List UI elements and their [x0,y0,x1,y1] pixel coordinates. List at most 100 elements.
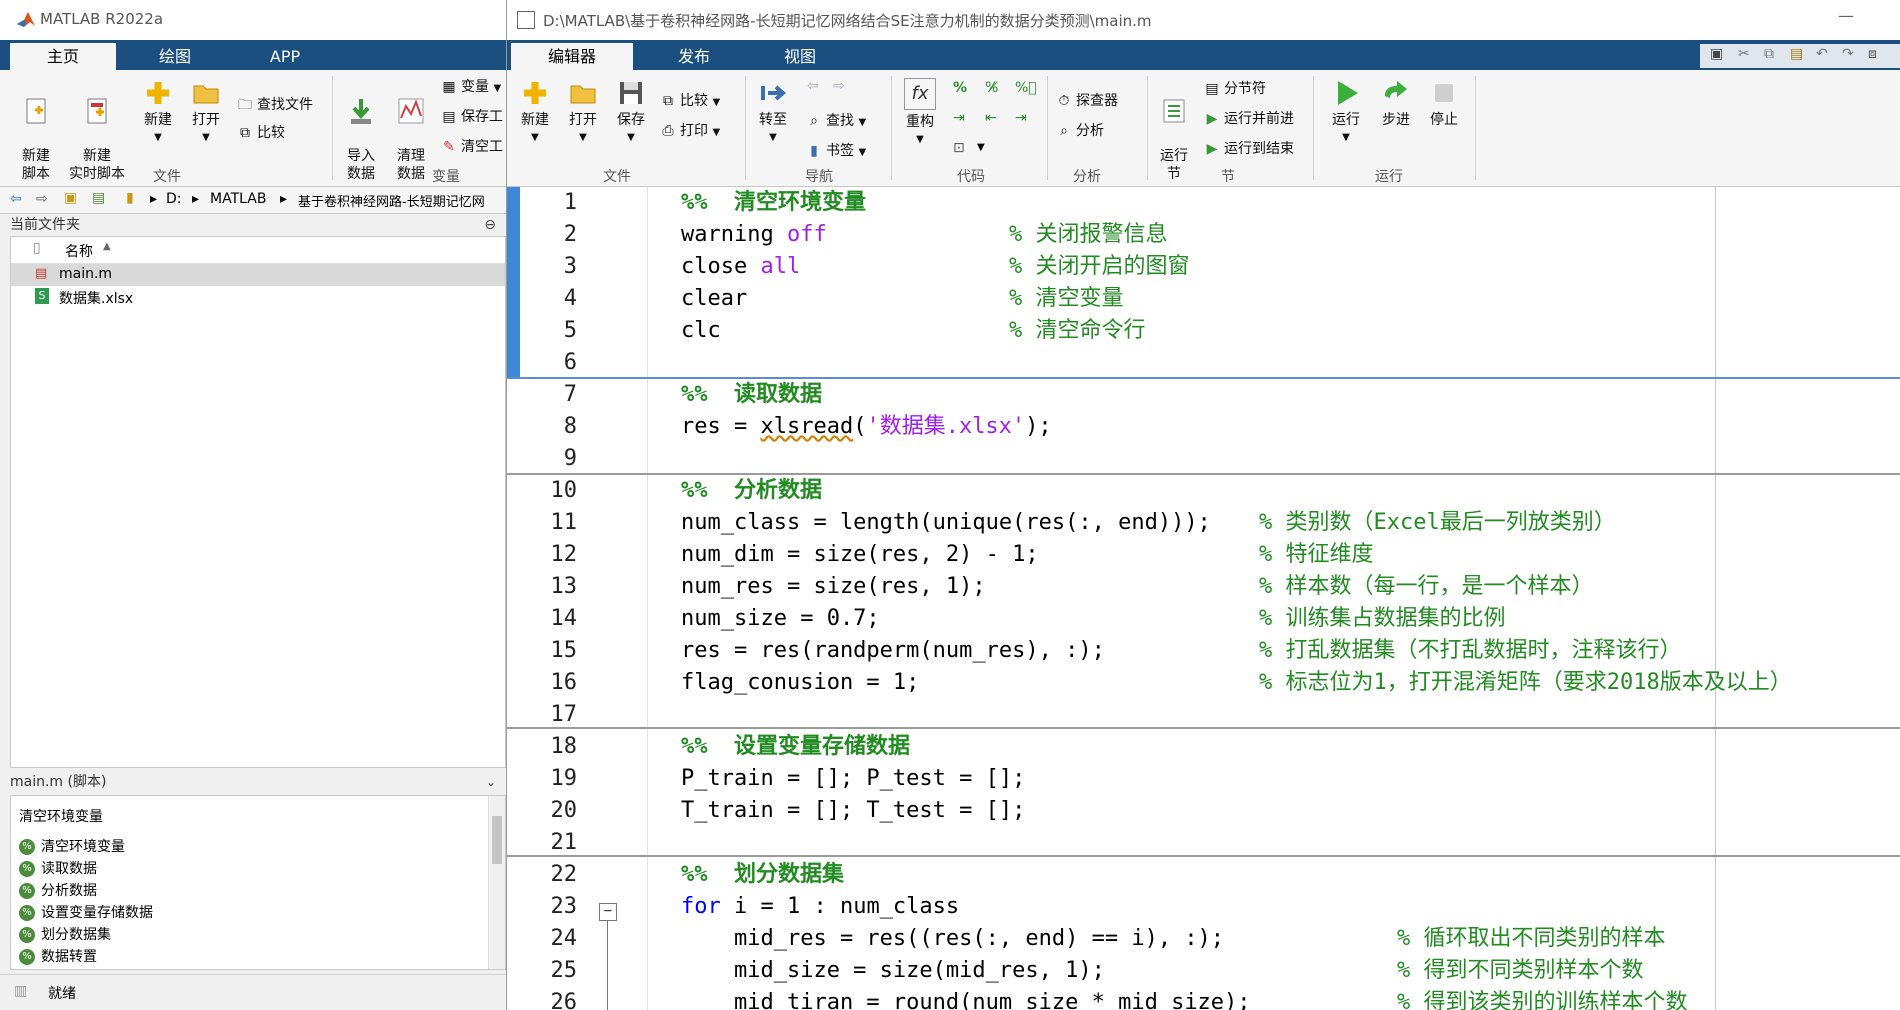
tab-apps[interactable]: APP [240,43,330,70]
run-to-end-button[interactable]: ▶ 运行到结束 [1203,140,1294,158]
editor-save-button[interactable]: 保存 ▼ [609,78,653,147]
up-folder-icon[interactable]: ▣ [64,190,77,206]
nav-forward-icon[interactable]: ⇨ [833,78,845,94]
forward-arrow-icon[interactable]: ⇨ [36,191,48,207]
code-line[interactable]: %% 分析数据 [681,475,822,507]
clear-workspace-button[interactable]: ✎ 清空工 [440,138,503,156]
new-script-button[interactable]: 新建 脚本 [10,78,62,183]
code-line[interactable]: num_dim = size(res, 2) - 1; [681,539,1039,571]
details-scrollbar[interactable] [488,796,505,969]
code-dropdown-icon[interactable]: ▼ [977,142,985,153]
tab-editor[interactable]: 编辑器 [511,43,633,70]
save-workspace-button[interactable]: ▤ 保存工 [440,108,503,126]
path-matlab[interactable]: MATLAB [210,191,266,207]
variable-button[interactable]: ▦ 变量 ▼ [440,78,501,98]
code-editor[interactable]: − 1 2 3 4 5 6 7 8 9 10 11 12 13 14 15 16… [507,187,1900,1010]
code-line[interactable]: mid_tiran = round(num_size * mid_size); [681,987,1251,1010]
redo-icon[interactable]: ↷ [1842,46,1854,62]
run-section-button[interactable]: 运行 节 [1151,78,1197,183]
wrap-comments-icon[interactable]: %⃞ [1015,80,1037,96]
code-line[interactable]: num_size = 0.7; [681,603,880,635]
find-files-button[interactable]: 🗀 查找文件 [236,96,313,114]
step-button[interactable]: 步进 [1373,78,1419,129]
code-line[interactable]: flag_conusion = 1; [681,667,919,699]
editor-open-button[interactable]: 打开 ▼ [561,78,605,147]
code-line[interactable]: T_train = []; T_test = []; [681,795,1025,827]
decrease-indent-icon[interactable]: ⇤ [985,110,997,126]
scrollbar-thumb[interactable] [492,816,502,864]
chevron-down-icon[interactable]: ⌄ [486,771,496,793]
comment-icon[interactable]: % [953,80,967,96]
run-and-advance-button[interactable]: ▶ 运行并前进 [1203,110,1294,128]
path-drive[interactable]: D: [166,191,182,207]
fold-collapse-icon[interactable]: − [599,903,617,921]
code-line[interactable]: num_res = size(res, 1); [681,571,986,603]
code-line[interactable]: close all [681,251,800,283]
name-column-header[interactable]: 名称 [65,241,93,261]
outline-item[interactable]: % 读取数据 [19,858,97,878]
section-break-button[interactable]: ▤ 分节符 [1203,80,1266,98]
bookmark-button[interactable]: ▮ 书签 ▼ [805,142,866,162]
code-line[interactable]: mid_res = res((res(:, end) == i), :); [681,923,1224,955]
code-line[interactable]: mid_size = size(mid_res, 1); [681,955,1105,987]
outline-item[interactable]: % 划分数据集 [19,924,111,944]
code-line[interactable]: %% 读取数据 [681,379,822,411]
path-project-folder[interactable]: 基于卷积神经网路-长短期记忆网 [298,191,485,210]
code-line[interactable]: P_train = []; P_test = []; [681,763,1025,795]
code-line[interactable]: clc [681,315,721,347]
copy-icon[interactable]: ⧉ [1764,46,1774,62]
compare-button[interactable]: ⧉ 比较 [236,124,285,142]
bookmark-icon: ▮ [810,143,818,159]
tab-view[interactable]: 视图 [753,43,847,70]
outline-item[interactable]: % 清空环境变量 [19,836,125,856]
run-button[interactable]: 运行 ▼ [1323,78,1369,147]
code-line[interactable]: warning off [681,219,827,251]
minimize-icon[interactable]: — [1838,6,1854,25]
refactor-button[interactable]: fx 重构 ▼ [897,78,943,149]
print-button[interactable]: ⎙ 打印 ▼ [659,122,720,142]
new-live-script-button[interactable]: 新建 实时脚本 [64,78,130,183]
increase-indent-icon[interactable]: ⇥ [1015,110,1027,126]
clean-data-button[interactable]: 清理 数据 [388,78,434,183]
open-button[interactable]: 打开 ▼ [184,78,228,147]
panel-menu-icon[interactable]: ⊖ [484,214,496,236]
profiler-button[interactable]: ⏱ 探查器 [1055,92,1118,110]
goto-button[interactable]: 转至 ▼ [751,78,795,147]
editor-compare-button[interactable]: ⧉ 比较 ▼ [659,92,720,112]
find-button[interactable]: ⌕ 查找 ▼ [805,112,866,132]
save-icon[interactable]: ▣ [1710,46,1723,62]
smart-indent-icon[interactable]: ⇥ [953,110,965,126]
new-button[interactable]: 新建 ▼ [136,78,180,147]
code-line[interactable]: %% 清空环境变量 [681,187,866,219]
code-comment: % 样本数（每一行，是一个样本） [1259,574,1594,599]
file-list-header[interactable]: ▯ 名称 ▲ [11,237,505,264]
code-line[interactable]: %% 划分数据集 [681,859,844,891]
tab-plots[interactable]: 绘图 [130,43,220,70]
tab-home[interactable]: 主页 [10,43,116,70]
outline-item[interactable]: % 分析数据 [19,880,97,900]
outline-item[interactable]: % 设置变量存储数据 [19,902,153,922]
code-options-icon[interactable]: ⊡ [953,140,965,156]
nav-back-icon[interactable]: ⇦ [807,78,819,94]
paste-icon[interactable]: ▤ [1790,46,1803,62]
code-line[interactable]: %% 设置变量存储数据 [681,731,910,763]
code-line[interactable]: clear [681,283,747,315]
code-line[interactable]: for i = 1 : num_class [681,891,959,923]
uncomment-icon[interactable]: %̸ [985,80,998,96]
file-row[interactable]: ▤ main.m [11,264,505,286]
switch-windows-icon[interactable]: ⧈ [1868,46,1877,62]
file-row[interactable]: S 数据集.xlsx [11,286,505,308]
analyze-button[interactable]: ⌕ 分析 [1055,122,1104,140]
editor-new-button[interactable]: 新建 ▼ [513,78,557,147]
code-line[interactable]: num_class = length(unique(res(:, end))); [681,507,1211,539]
import-data-button[interactable]: 导入 数据 [338,78,384,183]
stop-button[interactable]: 停止 [1421,78,1467,129]
cut-icon[interactable]: ✂ [1738,46,1750,62]
undo-icon[interactable]: ↶ [1816,46,1828,62]
browse-folder-icon[interactable]: ▤ [92,190,105,206]
back-arrow-icon[interactable]: ⇦ [10,191,22,207]
tab-publish[interactable]: 发布 [647,43,741,70]
outline-item[interactable]: % 数据转置 [19,946,97,966]
code-line[interactable]: res = res(randperm(num_res), :); [681,635,1105,667]
code-line[interactable]: res = xlsread('数据集.xlsx'); [681,411,1052,443]
